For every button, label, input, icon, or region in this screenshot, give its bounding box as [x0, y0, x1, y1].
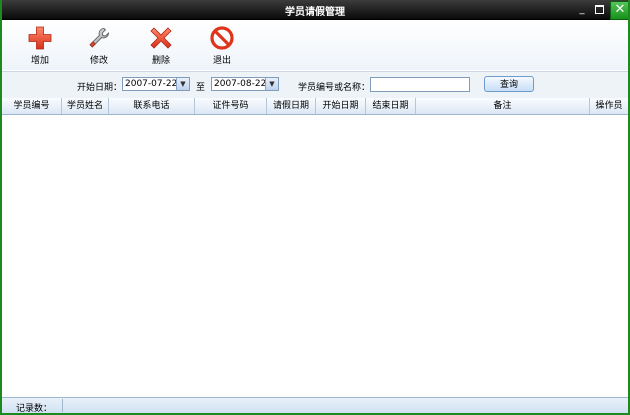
window-title: 学员请假管理 — [285, 7, 345, 18]
minimize-button[interactable]: _ — [575, 3, 589, 16]
status-bar: 记录数： — [2, 397, 628, 414]
end-date-value: 2007-08-22 — [214, 79, 267, 89]
exit-label: 退出 — [212, 56, 231, 66]
column-header-student-name[interactable]: 学员姓名 — [62, 98, 109, 114]
maximize-button[interactable] — [592, 3, 606, 16]
title-bar[interactable]: 学员请假管理 _ ✕ — [2, 0, 628, 20]
chevron-down-icon[interactable]: ▼ — [176, 78, 189, 90]
column-header-remarks[interactable]: 备注 — [416, 98, 590, 114]
plus-icon — [28, 26, 52, 50]
add-label: 增加 — [30, 56, 49, 66]
start-date-picker[interactable]: 2007-07-22 ▼ — [122, 77, 190, 91]
maximize-icon — [594, 4, 604, 14]
edit-button[interactable]: 修改 — [79, 26, 119, 66]
status-divider — [62, 399, 63, 412]
filter-bar: 开始日期： 2007-07-22 ▼ 至 2007-08-22 ▼ 学员编号或名… — [2, 71, 628, 99]
exit-button[interactable]: 退出 — [202, 26, 242, 66]
table-header: 学员编号 学员姓名 联系电话 证件号码 请假日期 开始日期 结束日期 备注 操作… — [2, 98, 628, 115]
column-header-phone[interactable]: 联系电话 — [109, 98, 195, 114]
add-button[interactable]: 增加 — [20, 26, 60, 66]
table-body[interactable] — [2, 115, 628, 396]
column-header-end-date[interactable]: 结束日期 — [366, 98, 416, 114]
column-header-student-id[interactable]: 学员编号 — [2, 98, 62, 114]
delete-label: 删除 — [151, 56, 170, 66]
column-header-leave-date[interactable]: 请假日期 — [267, 98, 316, 114]
no-entry-icon — [210, 26, 234, 50]
x-icon — [150, 27, 172, 49]
search-label: 学员编号或名称： — [298, 83, 371, 93]
close-button[interactable]: ✕ — [610, 1, 628, 20]
search-input[interactable] — [370, 77, 470, 92]
toolbar: 增加 修改 删除 退出 — [2, 20, 628, 70]
column-header-id-number[interactable]: 证件号码 — [195, 98, 267, 114]
delete-button[interactable]: 删除 — [141, 26, 181, 66]
start-date-value: 2007-07-22 — [125, 79, 178, 89]
column-header-operator[interactable]: 操作员 — [590, 98, 628, 114]
to-label: 至 — [196, 83, 206, 93]
app-window: 学员请假管理 _ ✕ 增加 修改 删除 退出 开始日期： 2007-07-22 … — [0, 0, 630, 415]
edit-label: 修改 — [89, 56, 108, 66]
record-count-label: 记录数： — [16, 404, 53, 414]
end-date-picker[interactable]: 2007-08-22 ▼ — [211, 77, 279, 91]
chevron-down-icon[interactable]: ▼ — [265, 78, 278, 90]
column-header-start-date[interactable]: 开始日期 — [316, 98, 366, 114]
start-date-label: 开始日期： — [77, 83, 123, 93]
query-button[interactable]: 查询 — [484, 76, 534, 92]
wrench-icon — [89, 28, 109, 48]
